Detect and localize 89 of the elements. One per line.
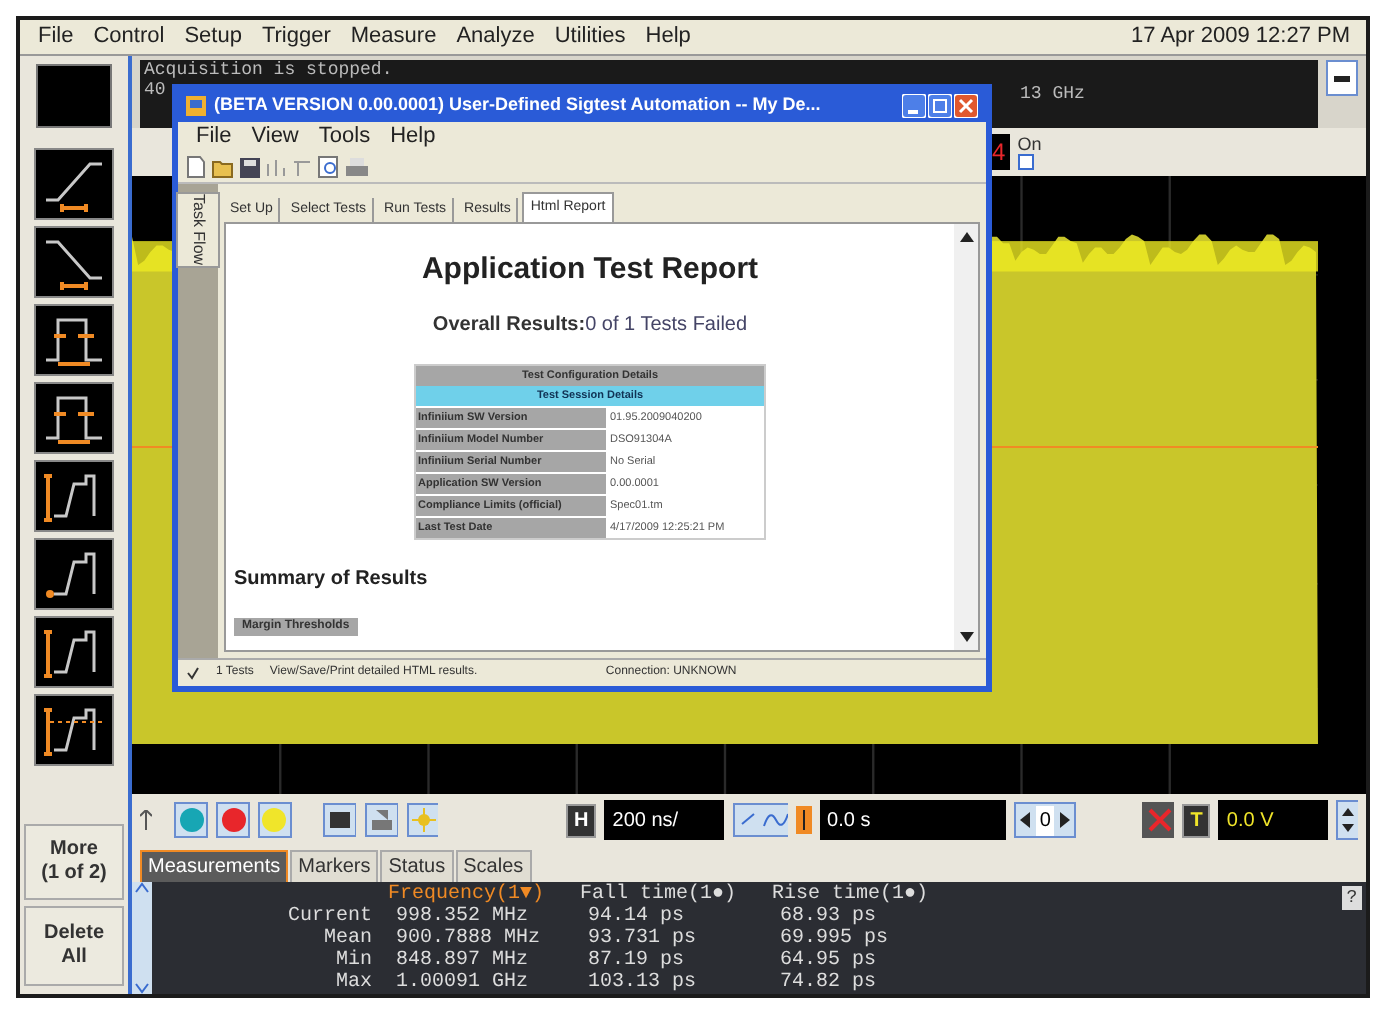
channel-on-checkbox[interactable]	[1017, 154, 1034, 170]
overall-results: Overall Results:0 of 1 Tests Failed	[432, 311, 748, 339]
channel-on-label: On	[1017, 134, 1042, 154]
measurement-button[interactable]	[34, 304, 114, 376]
measurement-value: 848.897 MHz	[394, 950, 531, 972]
scrollbar[interactable]	[954, 224, 978, 650]
scroll-down-icon[interactable]	[959, 632, 973, 642]
status-value: 40	[144, 80, 166, 100]
more-button[interactable]: More (1 of 2)	[24, 824, 124, 900]
measurement-value: 74.82 ps	[778, 972, 879, 994]
sun-icon[interactable]	[405, 802, 439, 838]
dialog-menu-item[interactable]: File	[186, 120, 242, 154]
measurement-tab[interactable]: Scales	[455, 850, 532, 882]
measurement-button[interactable]	[34, 538, 114, 610]
measurement-value: 998.352 MHz	[394, 906, 531, 928]
summary-heading: Summary of Results	[234, 565, 428, 593]
pin-icon	[140, 810, 152, 830]
trigger-off-icon[interactable]	[1141, 802, 1175, 838]
app-icon	[186, 96, 206, 116]
dialog-title: (BETA VERSION 0.00.0001) User-Defined Sigtest Automation -- My De...	[214, 92, 821, 119]
channel-toggle[interactable]	[174, 802, 209, 838]
menu-item[interactable]: Help	[635, 20, 701, 54]
timebase-field[interactable]: 200 ns/	[604, 800, 725, 840]
acquisition-status: Acquisition is stopped.	[144, 60, 395, 80]
tests-checkbox[interactable]	[186, 666, 200, 680]
dialog-menu-item[interactable]: View	[241, 120, 309, 154]
zoom-value: 0	[1035, 805, 1055, 835]
measurement-row-label: Mean	[321, 928, 372, 950]
delay-field[interactable]: 0.0 s	[819, 800, 1006, 840]
measurement-column-header: Fall time(1●)	[578, 884, 739, 906]
measurement-button[interactable]	[34, 382, 114, 454]
display-icon[interactable]	[322, 802, 356, 838]
channel-toggle[interactable]	[216, 802, 250, 838]
save-icon[interactable]	[240, 157, 260, 177]
measurement-value: 69.995 ps	[778, 928, 891, 950]
measurement-tab[interactable]: Markers	[290, 850, 379, 882]
check-icon	[186, 666, 200, 680]
trigger-marker-icon	[796, 806, 812, 834]
menu-item[interactable]: Control	[83, 20, 175, 54]
maximize-icon[interactable]	[928, 94, 952, 118]
menu-item[interactable]: Measure	[340, 20, 447, 54]
new-file-icon[interactable]	[186, 156, 206, 178]
measurement-row-label: Current	[285, 906, 372, 928]
waveform-toggle-icon[interactable]	[732, 802, 789, 838]
delete-all-button[interactable]: Delete All	[24, 906, 124, 986]
minimize-button[interactable]	[1326, 60, 1358, 96]
menu-item[interactable]: Analyze	[446, 20, 545, 54]
minimize-icon[interactable]	[902, 94, 926, 118]
measurement-button[interactable]	[34, 460, 114, 532]
menu-item[interactable]: Trigger	[251, 20, 341, 54]
measurement-tab[interactable]: Measurements	[140, 850, 289, 882]
dialog-menu-item[interactable]: Tools	[308, 120, 381, 154]
measurement-button[interactable]	[34, 694, 114, 766]
measurement-value: 93.731 ps	[586, 928, 699, 950]
measurement-column-header: Rise time(1●)	[770, 884, 931, 906]
measurement-column-header: Frequency(1▼)	[386, 884, 547, 906]
measurement-button[interactable]	[34, 226, 114, 298]
measurement-value: 87.19 ps	[586, 950, 687, 972]
measurement-value: 1.00091 GHz	[394, 972, 531, 994]
help-button[interactable]: ?	[1342, 886, 1362, 910]
menu-item[interactable]: Setup	[174, 20, 252, 54]
measurement-value: 900.7888 MHz	[394, 928, 543, 950]
horizontal-badge: H	[566, 803, 597, 837]
channel-toggle[interactable]	[257, 802, 292, 838]
measurement-button[interactable]	[34, 148, 114, 220]
bandwidth-label: 13 GHz	[1020, 84, 1085, 104]
report-title: Application Test Report	[421, 250, 759, 290]
measurement-value: 64.95 ps	[778, 950, 879, 972]
measurement-row-label: Min	[333, 950, 372, 972]
close-icon[interactable]	[954, 94, 978, 118]
measurement-row-label: Max	[333, 972, 372, 994]
measurement-tab[interactable]: Status	[380, 850, 454, 882]
menu-item[interactable]: Utilities	[544, 20, 636, 54]
measurement-button[interactable]	[34, 616, 114, 688]
task-flow-tab[interactable]: Task Flow	[176, 192, 220, 268]
measurement-value: 68.93 ps	[778, 906, 879, 928]
display-preview	[36, 64, 112, 128]
left-arrow-icon[interactable]	[1015, 810, 1036, 830]
menu-item[interactable]: File	[28, 20, 84, 54]
trigger-level-field[interactable]: 0.0 V	[1218, 800, 1328, 840]
print-preview-icon[interactable]	[318, 156, 340, 178]
right-arrow-icon[interactable]	[1054, 810, 1075, 830]
measurement-value: 103.13 ps	[586, 972, 699, 994]
measurement-value: 94.14 ps	[586, 906, 687, 928]
spinner-icon[interactable]	[1335, 800, 1358, 840]
date-time: 17 Apr 2009 12:27 PM	[1131, 22, 1352, 53]
trigger-badge: T	[1182, 803, 1211, 837]
minimize-icon	[1334, 75, 1350, 81]
dialog-menu-item[interactable]: Help	[380, 120, 446, 154]
